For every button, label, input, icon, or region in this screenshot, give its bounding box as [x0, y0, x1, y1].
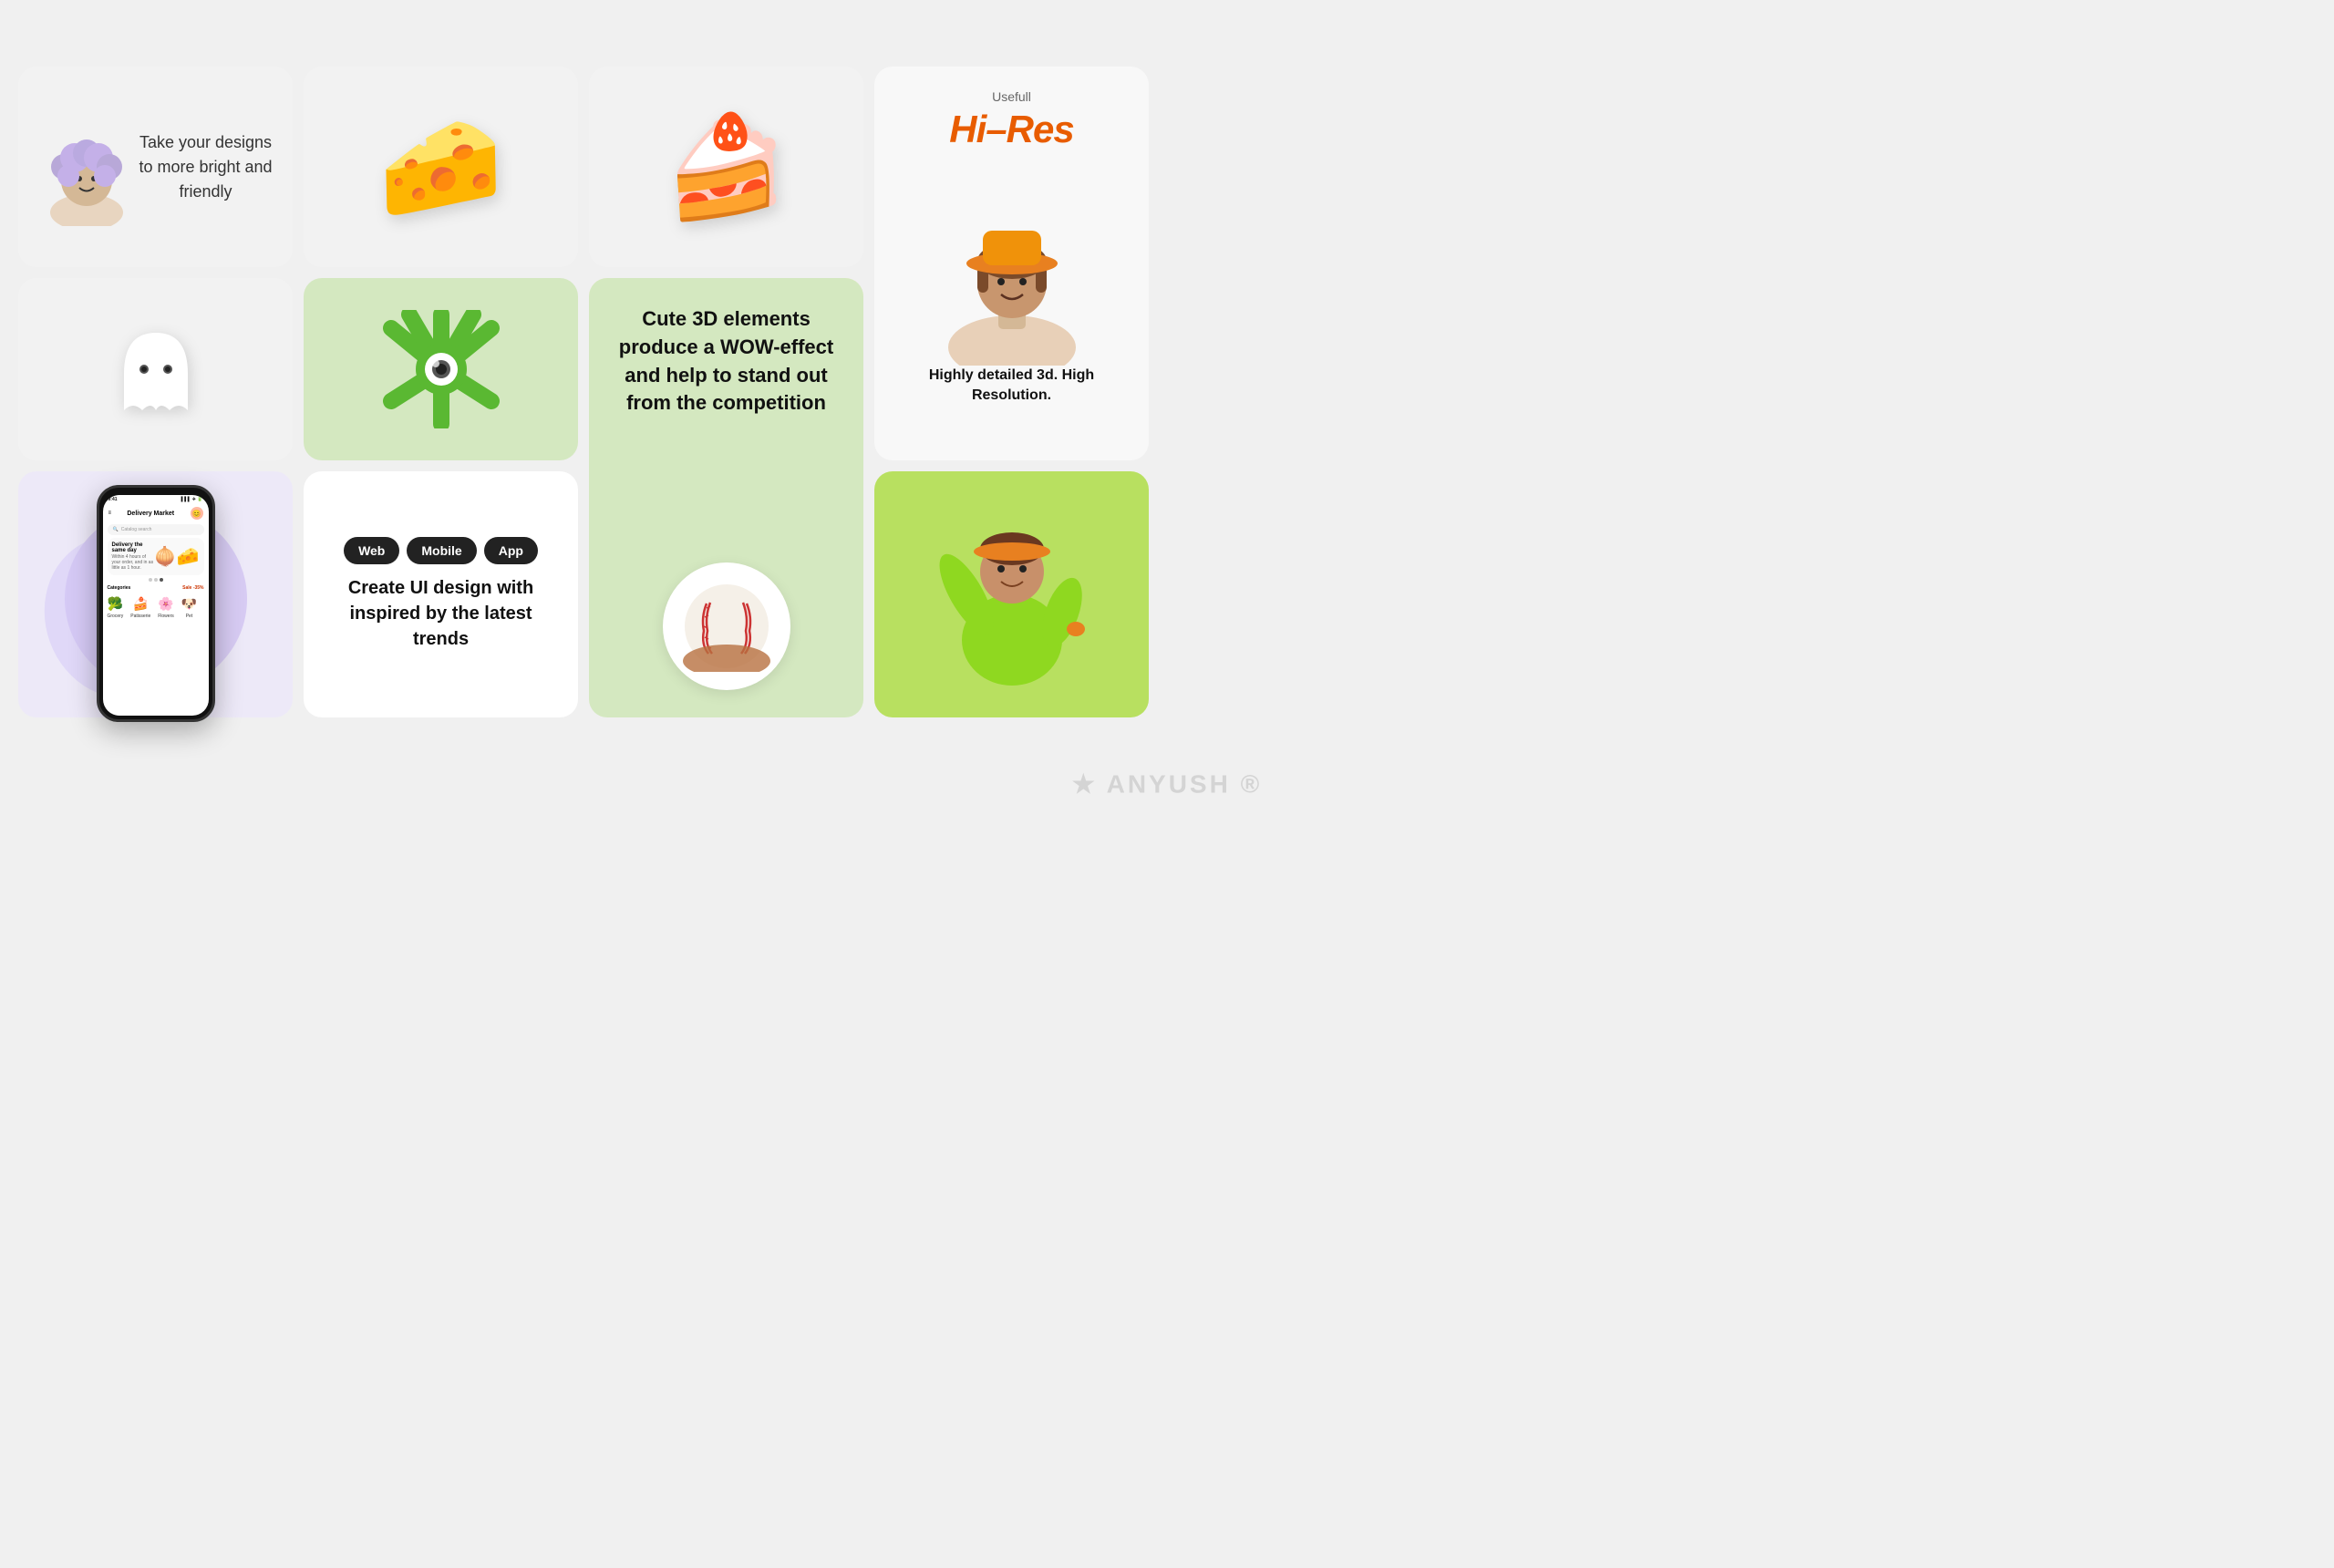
wow-card: Cute 3D elements produce a WOW-effect an…	[589, 278, 863, 717]
cat-flowers: 🌸 Flowers	[158, 596, 174, 619]
phone-card: 9:41 ▌▌▌ ✈ 🔋 ≡ Delivery Market 😊 🔍 Catal…	[18, 471, 293, 717]
watermark: ★ ANYUSH ®	[1072, 769, 1263, 799]
cake-card: 🍰	[589, 67, 863, 267]
hero-card: Take your designs to more bright and fri…	[18, 67, 293, 267]
tag-row: Web Mobile App	[344, 537, 538, 564]
cat-grocery: 🥦 Grocery	[108, 596, 124, 619]
phone-search: 🔍 Catalog search	[108, 524, 204, 535]
hires-subtitle: Highly detailed 3d. High Resolution.	[893, 366, 1131, 407]
categories-label: Categories	[108, 585, 131, 591]
cat-pet: 🐶 Pet	[181, 596, 197, 619]
flowers-label: Flowers	[158, 614, 174, 619]
ghost-svg	[106, 310, 206, 428]
phone-time: 9:41	[108, 497, 118, 502]
phone-status-bar: 9:41 ▌▌▌ ✈ 🔋	[103, 495, 209, 504]
tag-app: App	[484, 537, 538, 564]
ghost-card	[18, 278, 293, 460]
cake-emoji: 🍰	[664, 108, 789, 226]
monster-card	[304, 278, 578, 460]
phone-header: ≡ Delivery Market 😊	[103, 504, 209, 522]
search-icon: 🔍	[113, 527, 119, 532]
wow-text: Cute 3D elements produce a WOW-effect an…	[612, 305, 841, 418]
ui-text-card: Web Mobile App Create UI design with ins…	[304, 471, 578, 717]
sale-label: Sale -35%	[182, 585, 203, 591]
hero-text: Take your designs to more bright and fri…	[137, 130, 274, 204]
categories-header: Categories Sale -35%	[103, 583, 209, 593]
carousel-dots	[103, 578, 209, 582]
phone-mockup: 9:41 ▌▌▌ ✈ 🔋 ≡ Delivery Market 😊 🔍 Catal…	[97, 485, 215, 722]
patisserie-label: Patisserie	[130, 614, 150, 619]
baseball-container	[663, 562, 790, 690]
tag-mobile: Mobile	[407, 537, 476, 564]
tag-web: Web	[344, 537, 399, 564]
character-avatar	[36, 108, 137, 226]
search-placeholder: Catalog search	[121, 527, 152, 532]
categories-row: 🥦 Grocery 🍰 Patisserie 🌸 Flowers 🐶 Pet	[103, 593, 209, 623]
pet-label: Pet	[186, 614, 193, 619]
hires-card: Usefull Hi–Res Highly detailed 3d. High …	[874, 67, 1149, 460]
delivery-title: Delivery the same day	[112, 542, 154, 553]
cheese-emoji: 🧀	[378, 108, 503, 226]
grocery-icon: 🥦	[108, 596, 123, 612]
menu-icon: ≡	[108, 511, 112, 516]
phone-signal: ▌▌▌ ✈ 🔋	[181, 497, 203, 502]
hires-title: Hi–Res	[949, 108, 1073, 151]
cat-patisserie: 🍰 Patisserie	[130, 596, 150, 619]
delivery-box: Delivery the same day Within 4 hours of …	[108, 538, 204, 575]
hires-character	[921, 165, 1103, 366]
phone-notch	[138, 488, 174, 495]
monster-svg	[382, 310, 501, 428]
flowers-icon: 🌸	[158, 596, 173, 612]
avatar: 😊	[191, 507, 203, 520]
delivery-desc: Within 4 hours of your order, and in as …	[112, 554, 154, 571]
app-name: Delivery Market	[127, 511, 174, 517]
main-grid: Take your designs to more bright and fri…	[0, 48, 1167, 736]
hires-label: Usefull	[992, 89, 1031, 104]
grocery-label: Grocery	[108, 614, 124, 619]
pet-icon: 🐶	[181, 596, 197, 612]
green-character-card	[874, 471, 1149, 717]
phone-screen: 9:41 ▌▌▌ ✈ 🔋 ≡ Delivery Market 😊 🔍 Catal…	[103, 495, 209, 716]
green-character-svg	[921, 494, 1103, 695]
patisserie-icon: 🍰	[133, 596, 149, 612]
baseball-svg	[681, 581, 772, 672]
cheese-card: 🧀	[304, 67, 578, 267]
delivery-emojis: 🧅🧀	[154, 545, 200, 568]
ui-create-text: Create UI design with inspired by the la…	[322, 575, 560, 652]
